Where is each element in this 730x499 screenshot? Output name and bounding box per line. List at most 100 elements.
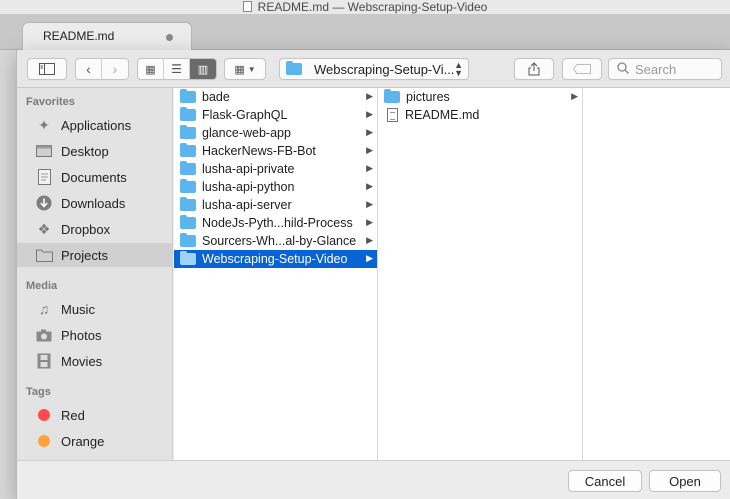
music-icon: ♫ [38, 301, 50, 317]
list-item[interactable]: lusha-api-server ▶ [174, 196, 377, 214]
window-titlebar: README.md — Webscraping-Setup-Video [0, 0, 730, 14]
list-item[interactable]: lusha-api-python ▶ [174, 178, 377, 196]
list-item[interactable]: README.md [378, 106, 582, 124]
list-item[interactable]: pictures ▶ [378, 88, 582, 106]
list-item-label: lusha-api-server [202, 198, 292, 212]
red-tag-icon [38, 409, 50, 421]
sidebar-item-label: Projects [61, 247, 108, 263]
folder-icon [384, 89, 400, 103]
sidebar-item-applications[interactable]: ✦ Applications [17, 113, 173, 137]
disclosure-icon: ▶ [366, 127, 373, 137]
sidebar-item-tag-red[interactable]: Red [17, 403, 173, 427]
list-item-selected[interactable]: Webscraping-Setup-Video ▶ [174, 250, 377, 268]
list-item-label: pictures [406, 90, 450, 104]
disclosure-icon: ▶ [571, 91, 578, 101]
browser-column-webscraping: pictures ▶ README.md [378, 88, 583, 460]
sidebar-item-downloads[interactable]: Downloads [17, 191, 173, 215]
disclosure-icon: ▶ [366, 253, 373, 263]
list-item[interactable]: Sourcers-Wh...al-by-Glance ▶ [174, 232, 377, 250]
dialog-toolbar: ‹ › ▦ ☰ ▥ ▦ ▼ Webscraping-Setup-Vi... ▲ ▼ … [17, 50, 730, 88]
sidebar-item-documents[interactable]: Documents [17, 165, 173, 189]
folder-icon [180, 89, 196, 103]
list-item-label: lusha-api-private [202, 162, 295, 176]
orange-tag-icon [38, 435, 50, 447]
folder-icon [180, 233, 196, 247]
disclosure-icon: ▶ [366, 181, 373, 191]
document-icon [242, 1, 252, 12]
sidebar-item-label: Documents [61, 169, 127, 185]
sidebar-item-label: Desktop [61, 143, 109, 159]
favorites-heading: Favorites [26, 96, 75, 108]
disclosure-icon: ▶ [366, 163, 373, 173]
folder-icon [286, 61, 302, 75]
sidebar-item-music[interactable]: ♫ Music [17, 297, 173, 321]
search-icon [617, 61, 629, 77]
list-item[interactable]: bade ▶ [174, 88, 377, 106]
list-view-button[interactable]: ☰ [164, 59, 190, 79]
sidebar: Favorites ✦ Applications Desktop Document… [17, 88, 173, 460]
back-forward-control: ‹ › [75, 58, 129, 80]
list-item[interactable]: NodeJs-Pyth...hild-Process ▶ [174, 214, 377, 232]
search-placeholder: Search [635, 61, 677, 77]
forward-button[interactable]: › [102, 59, 128, 79]
search-field[interactable]: Search [608, 58, 722, 80]
share-button[interactable] [514, 58, 554, 80]
sidebar-toggle-button[interactable] [27, 58, 67, 80]
list-item[interactable]: glance-web-app ▶ [174, 124, 377, 142]
sidebar-item-label: Music [61, 301, 95, 317]
sidebar-item-label: Red [61, 407, 85, 423]
arrange-button[interactable]: ▦ ▼ [224, 58, 266, 80]
editor-tabbar: README.md [0, 14, 730, 50]
sidebar-item-label: Downloads [61, 195, 126, 211]
browser-column-empty [583, 88, 730, 460]
column-view-button[interactable]: ▥ [190, 59, 216, 79]
list-item[interactable]: HackerNews-FB-Bot ▶ [174, 142, 377, 160]
disclosure-icon: ▶ [366, 109, 373, 119]
list-item-label: README.md [405, 108, 480, 122]
list-item-label: Flask-GraphQL [202, 108, 288, 122]
arrange-grid-icon: ▦ [234, 63, 245, 76]
open-file-dialog: ‹ › ▦ ☰ ▥ ▦ ▼ Webscraping-Setup-Vi... ▲ ▼ … [16, 50, 730, 499]
disclosure-icon: ▶ [366, 199, 373, 209]
sidebar-item-movies[interactable]: Movies [17, 349, 173, 373]
list-item-label: NodeJs-Pyth...hild-Process [202, 216, 353, 230]
downloads-icon [35, 195, 53, 211]
folder-icon [180, 251, 196, 265]
sidebar-item-projects[interactable]: Projects [17, 243, 173, 267]
folder-icon [180, 197, 196, 211]
browser-column-projects: bade ▶ Flask-GraphQL ▶ glance-web-app ▶ Hac… [174, 88, 378, 460]
path-popup[interactable]: Webscraping-Setup-Vi... ▲ ▼ [279, 58, 469, 80]
photos-icon [35, 327, 53, 343]
sidebar-item-label: Dropbox [61, 221, 111, 237]
chevron-right-icon: › [112, 61, 118, 77]
desktop-icon [35, 143, 53, 159]
unsaved-dot-icon[interactable] [166, 34, 173, 41]
list-item-label: HackerNews-FB-Bot [202, 144, 316, 158]
folder-icon [180, 125, 196, 139]
back-button[interactable]: ‹ [76, 59, 102, 79]
updown-chevron-icon: ▲ ▼ [454, 60, 463, 78]
sidebar-item-dropbox[interactable]: ❖ Dropbox [17, 217, 173, 241]
movies-icon [35, 353, 53, 369]
view-mode-control: ▦ ☰ ▥ [137, 58, 217, 80]
dialog-footer: Cancel Open [17, 460, 730, 499]
list-item[interactable]: lusha-api-private ▶ [174, 160, 377, 178]
sidebar-item-desktop[interactable]: Desktop [17, 139, 173, 163]
disclosure-icon: ▶ [366, 145, 373, 155]
sidebar-item-label: Photos [61, 327, 102, 343]
sidebar-item-photos[interactable]: Photos [17, 323, 173, 347]
dropbox-icon: ❖ [37, 220, 51, 237]
disclosure-icon: ▶ [366, 217, 373, 227]
applications-icon: ✦ [38, 116, 50, 133]
sidebar-item-tag-orange[interactable]: Orange [17, 429, 173, 453]
folder-icon [180, 143, 196, 157]
icon-view-button[interactable]: ▦ [138, 59, 164, 79]
tags-button[interactable] [562, 58, 602, 80]
open-button[interactable]: Open [649, 470, 721, 492]
list-item-label: Webscraping-Setup-Video [202, 252, 348, 266]
path-popup-label: Webscraping-Setup-Vi... [314, 61, 455, 77]
list-item[interactable]: Flask-GraphQL ▶ [174, 106, 377, 124]
editor-tab-readme[interactable]: README.md [22, 22, 192, 50]
chevron-left-icon: ‹ [86, 61, 91, 77]
cancel-button[interactable]: Cancel [568, 470, 642, 492]
